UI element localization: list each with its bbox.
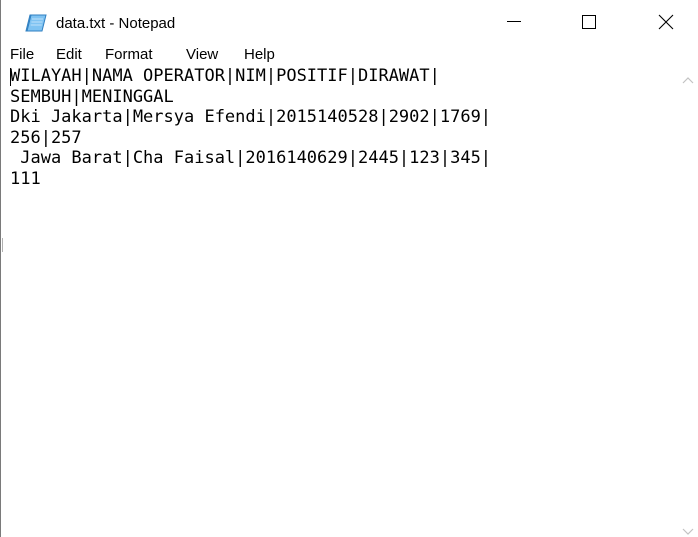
maximize-button[interactable] bbox=[566, 0, 612, 44]
maximize-icon bbox=[582, 15, 596, 29]
scroll-up-icon[interactable] bbox=[682, 71, 694, 89]
editor-text[interactable]: WILAYAH|NAMA OPERATOR|NIM|POSITIF|DIRAWA… bbox=[10, 66, 670, 189]
text-editor[interactable]: WILAYAH|NAMA OPERATOR|NIM|POSITIF|DIRAWA… bbox=[1, 65, 679, 537]
editor-line: SEMBUH|MENINGGAL bbox=[10, 86, 174, 107]
menu-format[interactable]: Format bbox=[105, 46, 153, 63]
title-bar[interactable]: data.txt - Notepad bbox=[1, 0, 698, 44]
editor-line: Dki Jakarta|Mersya Efendi|2015140528|290… bbox=[10, 107, 492, 127]
menu-view[interactable]: View bbox=[186, 46, 218, 63]
vertical-scrollbar[interactable] bbox=[679, 65, 698, 537]
notepad-window: data.txt - Notepad File Edit Format View… bbox=[0, 0, 698, 537]
editor-line: WILAYAH|NAMA OPERATOR|NIM|POSITIF|DIRAWA… bbox=[10, 66, 440, 86]
window-title: data.txt - Notepad bbox=[56, 15, 176, 32]
editor-line: 111 bbox=[10, 168, 41, 189]
menu-file[interactable]: File bbox=[10, 46, 34, 63]
scroll-down-icon[interactable] bbox=[682, 523, 694, 537]
close-icon bbox=[658, 14, 674, 30]
editor-line: Jawa Barat|Cha Faisal|2016140629|2445|12… bbox=[10, 148, 492, 168]
minimize-button[interactable] bbox=[491, 0, 537, 44]
notepad-icon bbox=[25, 14, 47, 32]
text-caret bbox=[10, 68, 11, 86]
menu-edit[interactable]: Edit bbox=[56, 46, 82, 63]
close-button[interactable] bbox=[643, 0, 689, 44]
menu-bar: File Edit Format View Help bbox=[1, 44, 698, 65]
editor-line: 256|257 bbox=[10, 127, 82, 148]
minimize-icon bbox=[507, 21, 521, 22]
margin-mark bbox=[2, 238, 3, 252]
menu-help[interactable]: Help bbox=[244, 46, 275, 63]
